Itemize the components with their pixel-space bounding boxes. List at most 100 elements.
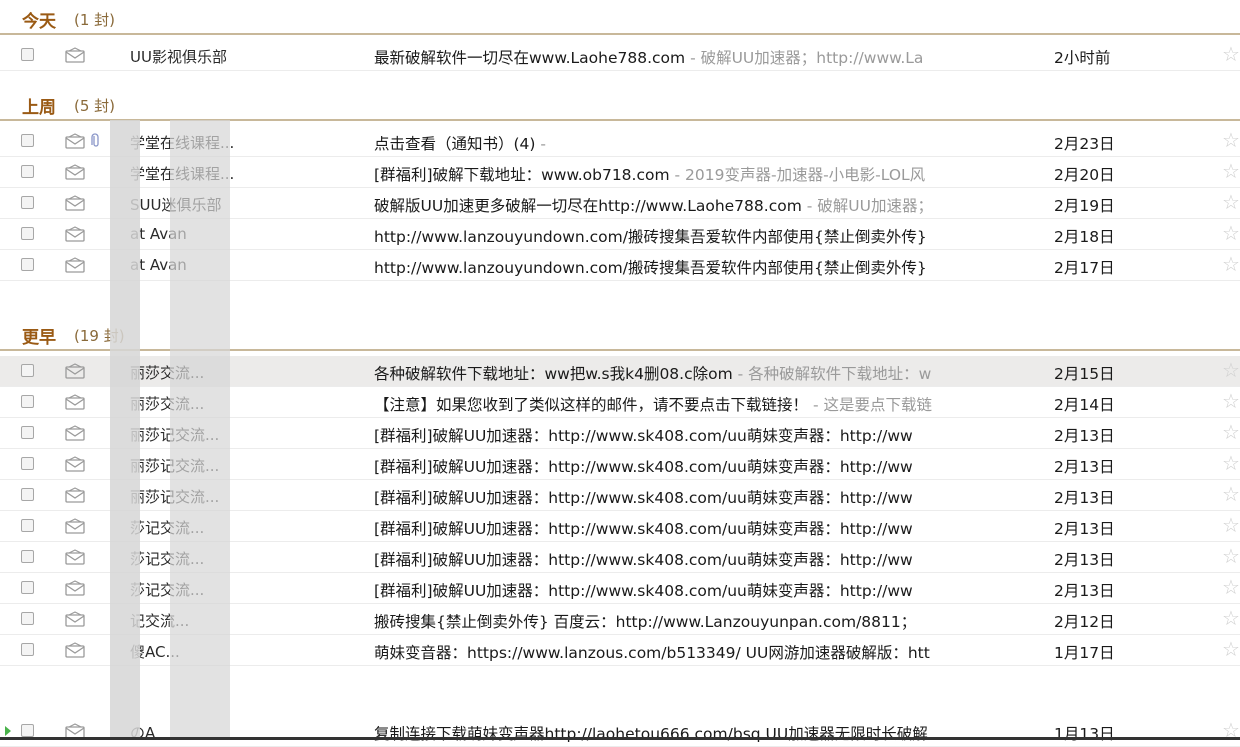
mail-sender[interactable]: UU影视俱乐部 <box>130 46 340 67</box>
mail-preview: - 这是要点下载链 <box>808 396 932 414</box>
group-title: 上周 <box>22 98 56 118</box>
mail-subject[interactable]: [群福利]破解UU加速器：http://www.sk408.com/uu萌妹变声… <box>374 486 1036 508</box>
group-count: (5 封) <box>74 97 116 115</box>
redaction-overlay <box>110 120 140 737</box>
mail-date: 2月15日 <box>1054 365 1115 383</box>
checkbox-icon[interactable] <box>21 134 34 147</box>
mail-subject-text: 各种破解软件下载地址：ww把w.s我k4删08.c除om <box>374 365 733 383</box>
mail-sender[interactable]: 学堂在线课程... <box>130 132 340 153</box>
star-icon[interactable]: ☆ <box>1222 422 1240 442</box>
star-icon[interactable]: ☆ <box>1222 608 1240 628</box>
mail-subject[interactable]: 点击查看（通知书）(4) - <box>374 132 1036 154</box>
star-icon[interactable]: ☆ <box>1222 639 1240 659</box>
envelope-icon <box>65 257 85 273</box>
mail-sender[interactable]: 莎记交流... <box>130 579 340 600</box>
star-icon[interactable]: ☆ <box>1222 453 1240 473</box>
mail-subject-text: 搬砖搜集{禁止倒卖外传} 百度云：http://www.Lanzouyunpan… <box>374 613 917 631</box>
mail-sender[interactable]: 丽莎记交流... <box>130 424 340 445</box>
envelope-icon <box>65 518 85 534</box>
checkbox-icon[interactable] <box>21 165 34 178</box>
mail-subject-text: 萌妹变音器：https://www.lanzous.com/b513349/ U… <box>374 644 930 662</box>
mail-date: 2月20日 <box>1054 166 1115 184</box>
mail-date: 2月13日 <box>1054 489 1115 507</box>
group-title: 今天 <box>22 12 56 32</box>
star-icon[interactable]: ☆ <box>1222 360 1240 380</box>
mail-sender[interactable]: at Avan <box>130 256 340 274</box>
mail-subject-text: [群福利]破解UU加速器：http://www.sk408.com/uu萌妹变声… <box>374 427 913 445</box>
checkbox-icon[interactable] <box>21 364 34 377</box>
mail-subject[interactable]: 【注意】如果您收到了类似这样的邮件，请不要点击下载链接！ - 这是要点下载链 <box>374 393 1036 415</box>
mail-subject-text: 最新破解软件一切尽在www.Laohe788.com <box>374 49 686 67</box>
mail-sender[interactable]: 丽莎记交流... <box>130 486 340 507</box>
star-icon[interactable]: ☆ <box>1222 254 1240 274</box>
checkbox-icon[interactable] <box>21 643 34 656</box>
star-icon[interactable]: ☆ <box>1222 130 1240 150</box>
checkbox-icon[interactable] <box>21 581 34 594</box>
checkbox-icon[interactable] <box>21 196 34 209</box>
star-icon[interactable]: ☆ <box>1222 161 1240 181</box>
mail-subject-text: [群福利]破解UU加速器：http://www.sk408.com/uu萌妹变声… <box>374 582 913 600</box>
mail-preview: - 破解UU加速器； <box>801 197 933 215</box>
mail-date: 2月14日 <box>1054 396 1115 414</box>
mail-subject[interactable]: [群福利]破解UU加速器：http://www.sk408.com/uu萌妹变声… <box>374 548 1036 570</box>
mail-date: 2月23日 <box>1054 135 1115 153</box>
checkbox-icon[interactable] <box>21 426 34 439</box>
group-header-last-week: 上周 (5 封) <box>0 86 1240 121</box>
mail-subject[interactable]: [群福利]破解UU加速器：http://www.sk408.com/uu萌妹变声… <box>374 455 1036 477</box>
mail-subject[interactable]: http://www.lanzouyundown.com/搬砖搜集吾爱软件内部使… <box>374 225 1036 247</box>
mail-sender[interactable]: 丽莎记交流... <box>130 455 340 476</box>
star-icon[interactable]: ☆ <box>1222 192 1240 212</box>
checkbox-icon[interactable] <box>21 550 34 563</box>
mail-sender[interactable]: at Avan <box>130 225 340 243</box>
mail-date: 2月13日 <box>1054 520 1115 538</box>
checkbox-icon[interactable] <box>21 258 34 271</box>
mail-subject[interactable]: [群福利]破解UU加速器：http://www.sk408.com/uu萌妹变声… <box>374 579 1036 601</box>
envelope-icon <box>65 549 85 565</box>
star-icon[interactable]: ☆ <box>1222 391 1240 411</box>
mail-subject[interactable]: [群福利]破解UU加速器：http://www.sk408.com/uu萌妹变声… <box>374 517 1036 539</box>
mail-sender[interactable]: 莎记交流... <box>130 548 340 569</box>
paperclip-icon <box>91 133 101 149</box>
star-icon[interactable]: ☆ <box>1222 223 1240 243</box>
mail-sender[interactable]: 记交流... <box>130 610 340 631</box>
checkbox-icon[interactable] <box>21 612 34 625</box>
checkbox-icon[interactable] <box>21 227 34 240</box>
redaction-overlay <box>170 120 230 737</box>
pointer-arrow-icon <box>5 726 11 736</box>
mail-subject[interactable]: 萌妹变音器：https://www.lanzous.com/b513349/ U… <box>374 641 1036 663</box>
mail-sender[interactable]: 丽莎交流... <box>130 362 340 383</box>
mail-subject[interactable]: http://www.lanzouyundown.com/搬砖搜集吾爱软件内部使… <box>374 256 1036 278</box>
mail-subject[interactable]: 各种破解软件下载地址：ww把w.s我k4删08.c除om - 各种破解软件下载地… <box>374 362 1036 384</box>
mail-sender[interactable]: 傻AC... <box>130 641 340 662</box>
mail-subject[interactable]: [群福利]破解UU加速器：http://www.sk408.com/uu萌妹变声… <box>374 424 1036 446</box>
checkbox-icon[interactable] <box>21 724 34 737</box>
envelope-icon <box>65 226 85 242</box>
star-icon[interactable]: ☆ <box>1222 577 1240 597</box>
group-title: 更早 <box>22 328 56 348</box>
mail-sender[interactable]: SUU迷俱乐部 <box>130 194 340 215</box>
mail-sender[interactable]: 学堂在线课程... <box>130 163 340 184</box>
star-icon[interactable]: ☆ <box>1222 546 1240 566</box>
mail-row[interactable]: UU影视俱乐部 最新破解软件一切尽在www.Laohe788.com - 破解UU… <box>0 40 1240 71</box>
checkbox-icon[interactable] <box>21 395 34 408</box>
mail-subject[interactable]: 最新破解软件一切尽在www.Laohe788.com - 破解UU加速器；htt… <box>374 46 1036 68</box>
group-count: (1 封) <box>74 11 116 29</box>
star-icon[interactable]: ☆ <box>1222 44 1240 64</box>
star-icon[interactable]: ☆ <box>1222 484 1240 504</box>
mail-subject[interactable]: [群福利]破解下载地址：www.ob718.com - 2019变声器-加速器-… <box>374 163 1036 185</box>
mail-subject[interactable]: 破解版UU加速更多破解一切尽在http://www.Laohe788.com -… <box>374 194 1036 216</box>
checkbox-icon[interactable] <box>21 488 34 501</box>
mail-preview: - 破解UU加速器；http://www.La <box>685 49 924 67</box>
checkbox-icon[interactable] <box>21 48 34 61</box>
star-icon[interactable]: ☆ <box>1222 515 1240 535</box>
checkbox-icon[interactable] <box>21 457 34 470</box>
checkbox-icon[interactable] <box>21 519 34 532</box>
mail-subject[interactable]: 搬砖搜集{禁止倒卖外传} 百度云：http://www.Lanzouyunpan… <box>374 610 1036 632</box>
mail-subject-text: [群福利]破解UU加速器：http://www.sk408.com/uu萌妹变声… <box>374 489 913 507</box>
mail-preview: - 2019变声器-加速器-小电影-LOL风 <box>669 166 926 184</box>
envelope-icon <box>65 456 85 472</box>
mail-sender[interactable]: 丽莎交流... <box>130 393 340 414</box>
mail-subject-text: [群福利]破解UU加速器：http://www.sk408.com/uu萌妹变声… <box>374 520 913 538</box>
mail-sender[interactable]: 莎记交流... <box>130 517 340 538</box>
envelope-icon <box>65 164 85 180</box>
